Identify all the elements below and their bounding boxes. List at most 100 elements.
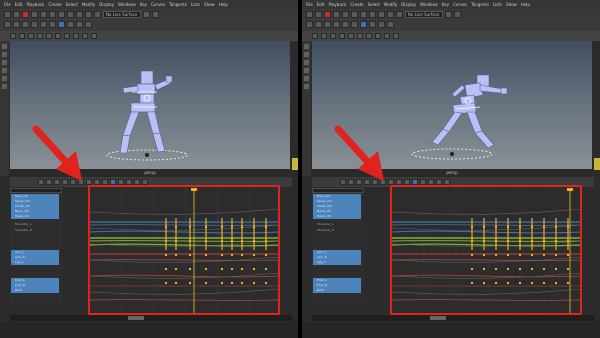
menu-playback[interactable]: Playback: [328, 2, 346, 7]
ipr-icon[interactable]: [152, 11, 159, 18]
menu-modify[interactable]: Modify: [82, 2, 95, 7]
shelf-joint-icon[interactable]: [76, 21, 83, 28]
wireframe-icon[interactable]: [339, 33, 345, 39]
outliner-item[interactable]: Shoulder_L: [313, 222, 361, 227]
menu-file[interactable]: File: [4, 2, 11, 7]
outliner-item[interactable]: Shoulder_R: [11, 228, 59, 233]
menu-file[interactable]: File: [306, 2, 313, 7]
outliner-item[interactable]: Shoulder_R: [313, 228, 361, 233]
outliner-item[interactable]: Leg_L: [313, 260, 361, 265]
shelf-sphere-icon[interactable]: [22, 21, 29, 28]
snap-curve-icon[interactable]: [387, 11, 394, 18]
menu-display[interactable]: Display: [99, 2, 114, 7]
layout-single-icon[interactable]: [304, 76, 309, 81]
outliner-search-field[interactable]: [312, 188, 364, 193]
snap-point-icon[interactable]: [94, 11, 101, 18]
shelf-poly-icon[interactable]: [306, 21, 313, 28]
grid-icon[interactable]: [330, 33, 336, 39]
smooth-shade-icon[interactable]: [348, 33, 354, 39]
menu-edit[interactable]: Edit: [317, 2, 325, 7]
shelf-poly-icon[interactable]: [4, 21, 11, 28]
menu-windows[interactable]: Windows: [420, 2, 438, 7]
shelf-sphere-icon[interactable]: [324, 21, 331, 28]
rotate-icon[interactable]: [2, 60, 7, 65]
shelf-cube-icon[interactable]: [315, 21, 322, 28]
snap-point-icon[interactable]: [396, 11, 403, 18]
scrollbar-handle[interactable]: [430, 316, 446, 320]
snap-grid-icon[interactable]: [378, 11, 385, 18]
record-icon[interactable]: [324, 11, 331, 18]
lasso-icon[interactable]: [58, 11, 65, 18]
textured-icon[interactable]: [55, 33, 61, 39]
scale-icon[interactable]: [304, 68, 309, 73]
menu-key[interactable]: Key: [442, 2, 449, 7]
command-line[interactable]: [0, 322, 298, 338]
menu-playback[interactable]: Playback: [26, 2, 44, 7]
menu-windows[interactable]: Windows: [118, 2, 136, 7]
layout-single-icon[interactable]: [2, 76, 7, 81]
wireframe-icon[interactable]: [37, 33, 43, 39]
select-tool-icon[interactable]: [49, 11, 56, 18]
menu-create[interactable]: Create: [350, 2, 363, 7]
lights-icon[interactable]: [64, 33, 70, 39]
paint-icon[interactable]: [67, 11, 74, 18]
layout-four-icon[interactable]: [304, 84, 309, 89]
menu-create[interactable]: Create: [48, 2, 61, 7]
lasso-icon[interactable]: [360, 11, 367, 18]
open-scene-icon[interactable]: [315, 11, 322, 18]
new-scene-icon[interactable]: [306, 11, 313, 18]
graph-scrollbar[interactable]: [10, 315, 292, 321]
graph-scrollbar[interactable]: [312, 315, 594, 321]
shelf-torus-icon[interactable]: [49, 21, 56, 28]
shelf-skin-icon[interactable]: [85, 21, 92, 28]
record-icon[interactable]: [22, 11, 29, 18]
shelf-cube-icon[interactable]: [13, 21, 20, 28]
smooth-shade-icon[interactable]: [46, 33, 52, 39]
select-icon[interactable]: [304, 44, 309, 49]
live-surface-field[interactable]: No Live Surface: [103, 11, 141, 18]
menu-lists[interactable]: Lists: [191, 2, 200, 7]
menu-curves[interactable]: Curves: [151, 2, 165, 7]
menu-select[interactable]: Select: [66, 2, 78, 7]
textured-icon[interactable]: [357, 33, 363, 39]
isolate-icon[interactable]: [91, 33, 97, 39]
shelf-skin-icon[interactable]: [387, 21, 394, 28]
outliner-item[interactable]: Shoulder_L: [11, 222, 59, 227]
select-tool-icon[interactable]: [351, 11, 358, 18]
scrollbar-handle[interactable]: [128, 316, 144, 320]
outliner-item[interactable]: Leg_L: [11, 260, 59, 265]
open-scene-icon[interactable]: [13, 11, 20, 18]
rotate-icon[interactable]: [304, 60, 309, 65]
move-icon[interactable]: [304, 52, 309, 57]
shelf-plane-icon[interactable]: [342, 21, 349, 28]
snap-grid-icon[interactable]: [76, 11, 83, 18]
menu-lists[interactable]: Lists: [493, 2, 502, 7]
select-icon[interactable]: [2, 44, 7, 49]
xray-icon[interactable]: [82, 33, 88, 39]
menu-modify[interactable]: Modify: [384, 2, 397, 7]
scale-icon[interactable]: [2, 68, 7, 73]
menu-help[interactable]: Help: [219, 2, 228, 7]
outliner-search-field[interactable]: [10, 188, 62, 193]
command-line[interactable]: [302, 322, 600, 338]
shelf-joint-icon[interactable]: [378, 21, 385, 28]
shelf-plane-icon[interactable]: [40, 21, 47, 28]
outliner-item[interactable]: Root: [313, 288, 361, 293]
menu-show[interactable]: Show: [204, 2, 215, 7]
menu-display[interactable]: Display: [401, 2, 416, 7]
menu-edit[interactable]: Edit: [15, 2, 23, 7]
render-icon[interactable]: [143, 11, 150, 18]
menu-curves[interactable]: Curves: [453, 2, 467, 7]
live-surface-field[interactable]: No Live Surface: [405, 11, 443, 18]
layout-four-icon[interactable]: [2, 84, 7, 89]
menu-select[interactable]: Select: [368, 2, 380, 7]
menu-tangents[interactable]: Tangents: [471, 2, 489, 7]
grid-icon[interactable]: [28, 33, 34, 39]
camera-icon[interactable]: [312, 33, 318, 39]
outliner-item[interactable]: Root: [11, 288, 59, 293]
menu-show[interactable]: Show: [506, 2, 517, 7]
shelf-key-icon[interactable]: [360, 21, 367, 28]
xray-icon[interactable]: [384, 33, 390, 39]
outliner-item[interactable]: Head_ctrl: [313, 214, 361, 219]
undo-icon[interactable]: [31, 11, 38, 18]
